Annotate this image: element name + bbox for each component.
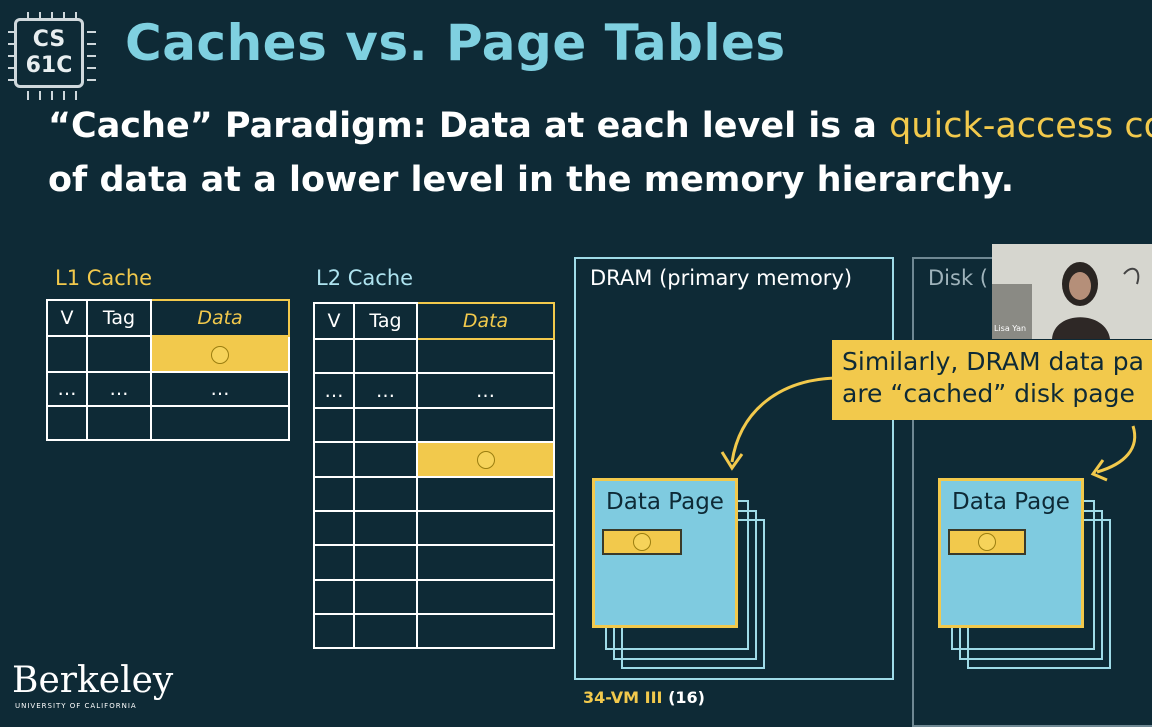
l2-header-data: Data <box>416 302 555 340</box>
l2-cell <box>313 544 355 581</box>
l2-cell <box>353 441 418 478</box>
l2-cell <box>416 510 555 546</box>
smiley-icon <box>978 532 996 551</box>
page-number: (16) <box>668 688 705 707</box>
l2-cell <box>416 579 555 615</box>
paradigm-line-1: “Cache” Paradigm: Data at each level is … <box>48 106 1152 146</box>
webcam-name: Lisa Yan <box>994 324 1027 333</box>
l2-cell <box>353 544 418 581</box>
l1-cell <box>46 335 88 373</box>
l2-cell <box>313 579 355 615</box>
l2-cell <box>313 338 355 374</box>
smiley-icon <box>476 451 495 469</box>
l1-cell <box>86 335 152 373</box>
l1-ellipsis: … <box>150 371 290 407</box>
l2-ellipsis: … <box>353 372 418 409</box>
l2-ellipsis: … <box>416 372 555 409</box>
logo-line-1: CS <box>32 27 66 52</box>
dram-page-data-bar <box>602 529 682 555</box>
paradigm-prefix: “Cache” Paradigm: Data at each level is … <box>48 106 890 146</box>
l2-cell <box>313 510 355 546</box>
dram-page-stack: Data Page <box>592 478 772 678</box>
l1-cell <box>46 405 88 441</box>
l2-cell <box>416 407 555 443</box>
l2-cell <box>313 613 355 649</box>
callout-line-1: Similarly, DRAM data pa <box>842 347 1144 376</box>
l2-cell <box>313 441 355 478</box>
berkeley-sub: UNIVERSITY OF CALIFORNIA <box>15 702 137 710</box>
paradigm-line-2: of data at a lower level in the memory h… <box>48 160 1015 200</box>
l2-cell <box>416 338 555 374</box>
l1-cell <box>150 405 290 441</box>
l2-cell <box>313 476 355 512</box>
l2-cell <box>353 338 418 374</box>
l2-header-v: V <box>313 302 355 340</box>
l2-cell <box>353 510 418 546</box>
paradigm-highlight: quick-access cop <box>889 106 1152 146</box>
l2-cell <box>353 579 418 615</box>
l2-cache-table: V Tag Data … … … <box>313 302 555 649</box>
l2-cache-label: L2 Cache <box>316 266 414 290</box>
disk-page-data-bar <box>948 529 1026 555</box>
l2-cached-data-cell <box>416 441 555 478</box>
l1-ellipsis: … <box>86 371 152 407</box>
dram-label: DRAM (primary memory) <box>590 266 853 290</box>
l2-ellipsis: … <box>313 372 355 409</box>
smiley-icon <box>633 532 651 551</box>
slide-title: Caches vs. Page Tables <box>125 14 786 72</box>
l1-header-data: Data <box>150 299 290 337</box>
berkeley-logo: Berkeley <box>12 660 174 701</box>
lecture-label: 34-VM III <box>583 688 663 707</box>
disk-page-stack: Data Page <box>938 478 1118 678</box>
l1-ellipsis: … <box>46 371 88 407</box>
slide-footer: 34-VM III (16) <box>583 688 705 707</box>
l2-cell <box>353 476 418 512</box>
l2-cell <box>353 613 418 649</box>
arrow-to-disk-page-icon <box>1090 425 1137 482</box>
dram-page-title: Data Page <box>606 489 724 515</box>
smiley-icon <box>211 345 229 364</box>
l2-header-tag: Tag <box>353 302 418 340</box>
l1-cell <box>86 405 152 441</box>
callout-line-2: are “cached” disk page <box>842 379 1135 408</box>
disk-data-page: Data Page <box>938 478 1084 628</box>
l1-cached-data-cell <box>150 335 290 373</box>
l2-cell <box>416 544 555 581</box>
l1-cache-table: V Tag Data … … … <box>46 299 290 441</box>
dram-data-page: Data Page <box>592 478 738 628</box>
disk-label: Disk ( <box>928 266 988 290</box>
l2-cell <box>416 613 555 649</box>
callout-box: Similarly, DRAM data pa are “cached” dis… <box>832 340 1152 420</box>
cs61c-logo: CS 61C <box>8 12 96 100</box>
l1-header-v: V <box>46 299 88 337</box>
l1-cache-label: L1 Cache <box>55 266 153 290</box>
l2-cell <box>353 407 418 443</box>
webcam-video: Lisa Yan <box>992 244 1152 339</box>
l2-cell <box>416 476 555 512</box>
l1-header-tag: Tag <box>86 299 152 337</box>
disk-page-title: Data Page <box>952 489 1070 515</box>
l2-cell <box>313 407 355 443</box>
logo-line-2: 61C <box>25 53 73 78</box>
